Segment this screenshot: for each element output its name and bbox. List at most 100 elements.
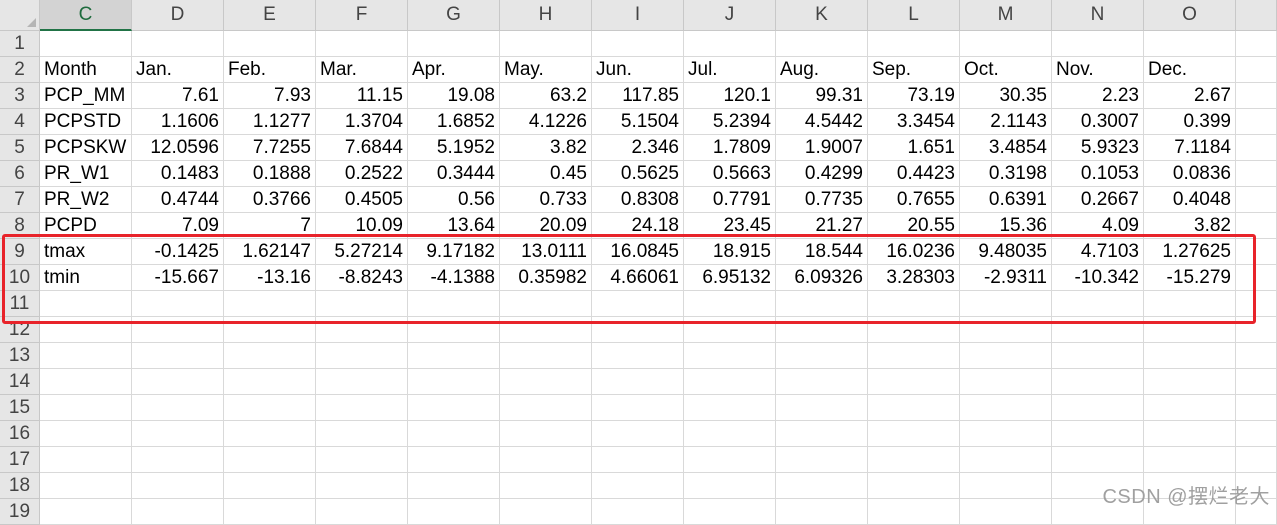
column-header-k[interactable]: K: [776, 0, 868, 31]
cell-h1[interactable]: [500, 31, 592, 57]
cell-h2[interactable]: May.: [500, 57, 592, 83]
cell-f1[interactable]: [316, 31, 408, 57]
cell-m11[interactable]: [960, 291, 1052, 317]
cell-m16[interactable]: [960, 421, 1052, 447]
row-header-19[interactable]: 19: [0, 499, 40, 525]
cell-d13[interactable]: [132, 343, 224, 369]
cell-g10[interactable]: -4.1388: [408, 265, 500, 291]
cell-e2[interactable]: Feb.: [224, 57, 316, 83]
cell-o10[interactable]: -15.279: [1144, 265, 1236, 291]
cell-j10[interactable]: 6.95132: [684, 265, 776, 291]
cell-j13[interactable]: [684, 343, 776, 369]
row-header-15[interactable]: 15: [0, 395, 40, 421]
cell-f7[interactable]: 0.4505: [316, 187, 408, 213]
cell-l4[interactable]: 3.3454: [868, 109, 960, 135]
cell-n2[interactable]: Nov.: [1052, 57, 1144, 83]
cell-n13[interactable]: [1052, 343, 1144, 369]
row-header-16[interactable]: 16: [0, 421, 40, 447]
cell-m3[interactable]: 30.35: [960, 83, 1052, 109]
cell-m9[interactable]: 9.48035: [960, 239, 1052, 265]
cell-m19[interactable]: [960, 499, 1052, 525]
cell-h17[interactable]: [500, 447, 592, 473]
cell-h6[interactable]: 0.45: [500, 161, 592, 187]
cell-c4[interactable]: PCPSTD: [40, 109, 132, 135]
cell-i15[interactable]: [592, 395, 684, 421]
cell-l13[interactable]: [868, 343, 960, 369]
cell-l10[interactable]: 3.28303: [868, 265, 960, 291]
cell-k19[interactable]: [776, 499, 868, 525]
cell-g15[interactable]: [408, 395, 500, 421]
column-header-g[interactable]: G: [408, 0, 500, 31]
cell-o4[interactable]: 0.399: [1144, 109, 1236, 135]
cell-j11[interactable]: [684, 291, 776, 317]
cell-n9[interactable]: 4.7103: [1052, 239, 1144, 265]
cell-d6[interactable]: 0.1483: [132, 161, 224, 187]
cell-g8[interactable]: 13.64: [408, 213, 500, 239]
cell-e3[interactable]: 7.93: [224, 83, 316, 109]
cell-j9[interactable]: 18.915: [684, 239, 776, 265]
cell-k5[interactable]: 1.9007: [776, 135, 868, 161]
cell-l2[interactable]: Sep.: [868, 57, 960, 83]
cell-h5[interactable]: 3.82: [500, 135, 592, 161]
cell-e5[interactable]: 7.7255: [224, 135, 316, 161]
cell-n10[interactable]: -10.342: [1052, 265, 1144, 291]
cell-d10[interactable]: -15.667: [132, 265, 224, 291]
cell-c9[interactable]: tmax: [40, 239, 132, 265]
cell-i4[interactable]: 5.1504: [592, 109, 684, 135]
row-header-3[interactable]: 3: [0, 83, 40, 109]
cell-f5[interactable]: 7.6844: [316, 135, 408, 161]
cell-g2[interactable]: Apr.: [408, 57, 500, 83]
cell-e14[interactable]: [224, 369, 316, 395]
cell-d4[interactable]: 1.1606: [132, 109, 224, 135]
row-header-2[interactable]: 2: [0, 57, 40, 83]
cell-f17[interactable]: [316, 447, 408, 473]
cell-f10[interactable]: -8.8243: [316, 265, 408, 291]
row-header-14[interactable]: 14: [0, 369, 40, 395]
cell-e15[interactable]: [224, 395, 316, 421]
cell-c1[interactable]: [40, 31, 132, 57]
cell-n1[interactable]: [1052, 31, 1144, 57]
cell-h13[interactable]: [500, 343, 592, 369]
cell-k15[interactable]: [776, 395, 868, 421]
cell-o8[interactable]: 3.82: [1144, 213, 1236, 239]
cell-o12[interactable]: [1144, 317, 1236, 343]
cell-l3[interactable]: 73.19: [868, 83, 960, 109]
cell-l11[interactable]: [868, 291, 960, 317]
cell-g14[interactable]: [408, 369, 500, 395]
cell-c17[interactable]: [40, 447, 132, 473]
cell-f15[interactable]: [316, 395, 408, 421]
cell-c13[interactable]: [40, 343, 132, 369]
cell-o14[interactable]: [1144, 369, 1236, 395]
cell-e10[interactable]: -13.16: [224, 265, 316, 291]
cell-l15[interactable]: [868, 395, 960, 421]
cell-o13[interactable]: [1144, 343, 1236, 369]
cell-i7[interactable]: 0.8308: [592, 187, 684, 213]
cell-h10[interactable]: 0.35982: [500, 265, 592, 291]
cell-c6[interactable]: PR_W1: [40, 161, 132, 187]
cell-f9[interactable]: 5.27214: [316, 239, 408, 265]
cell-g18[interactable]: [408, 473, 500, 499]
cell-i9[interactable]: 16.0845: [592, 239, 684, 265]
cell-h16[interactable]: [500, 421, 592, 447]
cell-m7[interactable]: 0.6391: [960, 187, 1052, 213]
cell-k18[interactable]: [776, 473, 868, 499]
cell-i19[interactable]: [592, 499, 684, 525]
cell-n5[interactable]: 5.9323: [1052, 135, 1144, 161]
column-header-i[interactable]: I: [592, 0, 684, 31]
cell-h8[interactable]: 20.09: [500, 213, 592, 239]
cell-e6[interactable]: 0.1888: [224, 161, 316, 187]
column-header-d[interactable]: D: [132, 0, 224, 31]
cell-k17[interactable]: [776, 447, 868, 473]
cell-c19[interactable]: [40, 499, 132, 525]
cell-n15[interactable]: [1052, 395, 1144, 421]
cell-i6[interactable]: 0.5625: [592, 161, 684, 187]
cell-n6[interactable]: 0.1053: [1052, 161, 1144, 187]
cell-e1[interactable]: [224, 31, 316, 57]
cell-g13[interactable]: [408, 343, 500, 369]
column-header-c[interactable]: C: [40, 0, 132, 31]
column-header-f[interactable]: F: [316, 0, 408, 31]
cell-c2[interactable]: Month: [40, 57, 132, 83]
cell-d17[interactable]: [132, 447, 224, 473]
row-header-9[interactable]: 9: [0, 239, 40, 265]
cell-k12[interactable]: [776, 317, 868, 343]
